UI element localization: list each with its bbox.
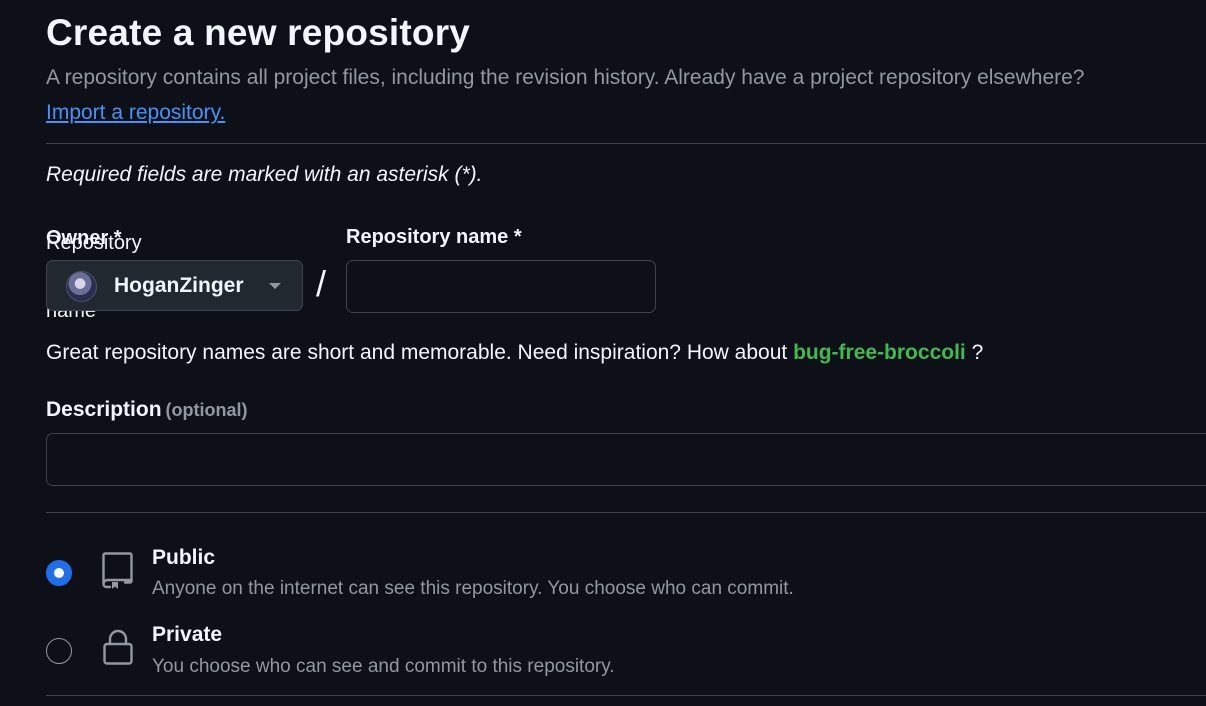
required-fields-note: Required fields are marked with an aster… xyxy=(46,163,483,186)
owner-name: HoganZinger xyxy=(114,274,244,297)
repository-name-input[interactable] xyxy=(346,260,656,313)
divider xyxy=(46,512,1206,513)
private-description: You choose who can see and commit to thi… xyxy=(152,656,615,677)
description-label-text: Description xyxy=(46,398,162,421)
public-radio[interactable] xyxy=(46,560,72,586)
divider xyxy=(46,143,1206,144)
optional-hint: (optional) xyxy=(165,400,248,420)
description-label: Description (optional) xyxy=(46,398,248,422)
name-inspiration: Great repository names are short and mem… xyxy=(46,341,983,365)
description-input[interactable] xyxy=(46,433,1206,486)
public-description: Anyone on the internet can see this repo… xyxy=(152,578,794,599)
private-radio[interactable] xyxy=(46,638,72,664)
owner-dropdown[interactable]: HoganZinger xyxy=(46,260,303,311)
divider xyxy=(46,695,1206,696)
lock-icon xyxy=(103,629,133,665)
inspiration-suffix: ? xyxy=(971,341,984,364)
repository-name-label: Repository name * xyxy=(346,226,522,248)
repo-icon xyxy=(102,552,133,589)
caret-down-icon xyxy=(269,283,281,289)
suggested-name[interactable]: bug-free-broccoli xyxy=(793,341,966,364)
avatar xyxy=(66,271,97,302)
page-subtitle: A repository contains all project files,… xyxy=(46,66,1085,89)
owner-repo-separator: / xyxy=(316,263,327,304)
public-title: Public xyxy=(152,546,216,569)
import-repository-link[interactable]: Import a repository. xyxy=(46,101,225,125)
create-repository-page: Create a new repository A repository con… xyxy=(0,0,1206,706)
private-title: Private xyxy=(152,623,223,646)
inspiration-text: Great repository names are short and mem… xyxy=(46,341,788,364)
page-title: Create a new repository xyxy=(46,12,471,53)
